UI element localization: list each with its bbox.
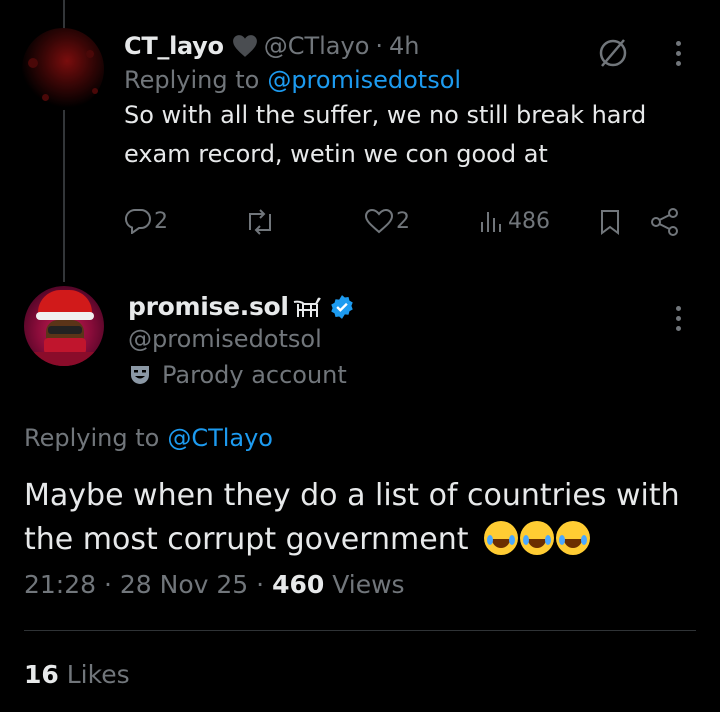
tweet-text: Maybe when they do a list of countries w… bbox=[24, 474, 704, 562]
verified-icon bbox=[329, 294, 355, 320]
reply-count: 2 bbox=[154, 208, 168, 234]
reply-icon bbox=[124, 208, 151, 234]
author-block: promise.sol @promisedotsol Parody accoun… bbox=[128, 292, 355, 389]
laughing-tears-emoji bbox=[556, 521, 591, 555]
views-button[interactable]: 486 bbox=[478, 208, 550, 234]
likes-link[interactable]: 16 Likes bbox=[24, 660, 130, 689]
divider bbox=[24, 630, 696, 631]
timestamp[interactable]: 21:28 bbox=[24, 570, 96, 599]
more-icon[interactable] bbox=[676, 306, 681, 331]
avatar[interactable] bbox=[22, 28, 104, 110]
like-button[interactable]: 2 bbox=[364, 208, 410, 234]
likes-label: Likes bbox=[66, 660, 130, 689]
display-name[interactable]: promise.sol bbox=[128, 292, 289, 321]
action-bar: 2 2 486 bbox=[124, 208, 684, 248]
likes-count: 16 bbox=[24, 660, 59, 689]
replying-line: Replying to @CTlayo bbox=[24, 424, 273, 452]
date[interactable]: 28 Nov 25 bbox=[120, 570, 248, 599]
views-count: 460 bbox=[272, 570, 325, 599]
bookmark-button[interactable] bbox=[598, 208, 622, 236]
heart-icon bbox=[232, 34, 258, 58]
avatar[interactable] bbox=[24, 286, 104, 366]
separator-dot: · bbox=[256, 570, 273, 599]
replying-mention[interactable]: @promisedotsol bbox=[267, 66, 461, 94]
tweet-meta: 21:28 · 28 Nov 25 · 460 Views bbox=[24, 570, 405, 599]
replying-label: Replying to bbox=[24, 424, 160, 452]
goat-icon bbox=[291, 294, 325, 320]
retweet-button[interactable] bbox=[244, 208, 276, 236]
separator-dot: · bbox=[375, 32, 384, 60]
handle[interactable]: @CTlayo bbox=[264, 32, 370, 60]
like-icon bbox=[364, 208, 394, 234]
parody-label: Parody account bbox=[128, 361, 355, 389]
more-icon[interactable] bbox=[676, 41, 681, 66]
bookmark-icon bbox=[601, 210, 619, 235]
laughing-tears-emoji bbox=[520, 521, 555, 555]
share-button[interactable] bbox=[650, 208, 680, 236]
grok-icon[interactable] bbox=[596, 36, 630, 74]
separator-dot: · bbox=[104, 570, 120, 599]
parody-text: Parody account bbox=[162, 361, 347, 389]
replying-mention[interactable]: @CTlayo bbox=[167, 424, 273, 452]
tweet-text: So with all the suffer, we no still brea… bbox=[124, 101, 647, 168]
parody-mask-icon bbox=[128, 363, 152, 387]
retweet-icon bbox=[249, 209, 271, 235]
display-name[interactable]: CT_layo bbox=[124, 32, 224, 60]
views-icon bbox=[481, 212, 501, 232]
laughing-tears-emoji bbox=[484, 521, 519, 555]
views-count: 486 bbox=[508, 208, 550, 234]
views-label: Views bbox=[332, 570, 405, 599]
handle[interactable]: @promisedotsol bbox=[128, 325, 355, 353]
share-icon bbox=[651, 208, 678, 236]
replying-label: Replying to bbox=[124, 66, 260, 94]
reply-button[interactable]: 2 bbox=[124, 208, 168, 234]
timestamp[interactable]: 4h bbox=[389, 32, 419, 60]
like-count: 2 bbox=[396, 208, 410, 234]
